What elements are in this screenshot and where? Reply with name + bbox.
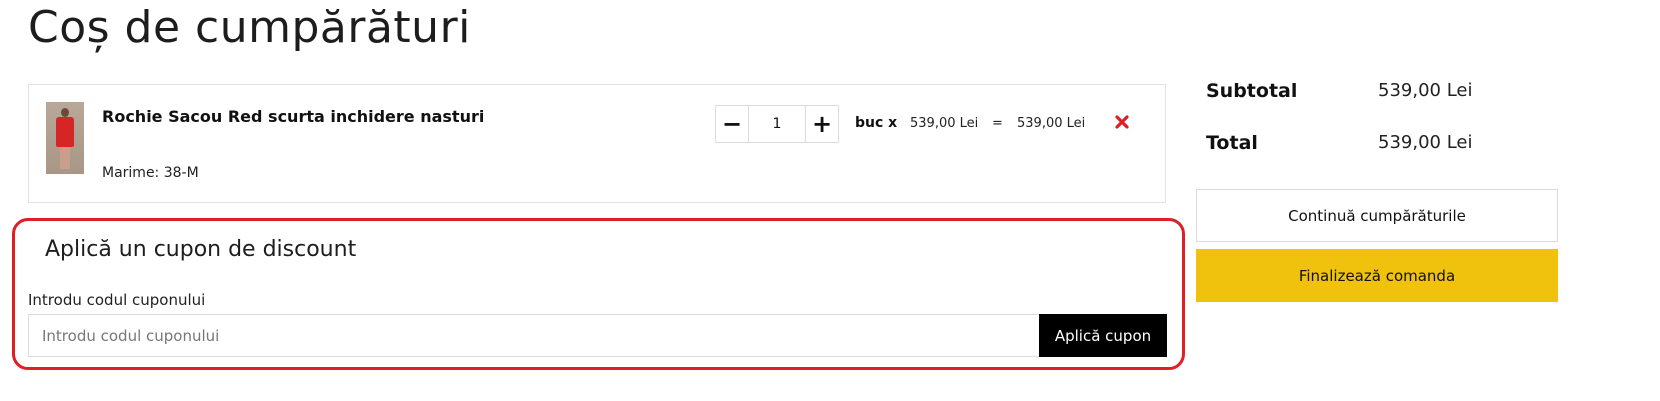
page-title: Coș de cumpărături xyxy=(28,2,471,53)
thumbnail-figure-dress xyxy=(56,117,74,147)
cart-item: Rochie Sacou Red scurta inchidere nastur… xyxy=(28,84,1166,203)
unit-label: buc x xyxy=(855,115,898,131)
checkout-button[interactable]: Finalizează comanda xyxy=(1196,249,1558,302)
subtotal-value: 539,00 Lei xyxy=(1378,80,1473,101)
product-size: Marime: 38-M xyxy=(102,165,199,181)
subtotal-label: Subtotal xyxy=(1206,80,1298,102)
thumbnail-figure-legs xyxy=(60,147,70,169)
product-thumbnail[interactable] xyxy=(46,102,84,174)
coupon-input[interactable] xyxy=(28,314,1040,357)
quantity-increase-button[interactable]: + xyxy=(805,106,838,142)
quantity-decrease-button[interactable]: − xyxy=(716,106,749,142)
total-value: 539,00 Lei xyxy=(1378,132,1473,153)
line-total-price: 539,00 Lei xyxy=(1017,116,1086,131)
continue-shopping-button[interactable]: Continuă cumpărăturile xyxy=(1196,189,1558,242)
quantity-value[interactable]: 1 xyxy=(749,106,805,142)
quantity-stepper: − 1 + xyxy=(715,105,839,143)
total-label: Total xyxy=(1206,132,1258,154)
unit-price: 539,00 Lei xyxy=(910,116,979,131)
product-name[interactable]: Rochie Sacou Red scurta inchidere nastur… xyxy=(102,107,484,126)
coupon-title: Aplică un cupon de discount xyxy=(45,237,357,262)
equals-sign: = xyxy=(992,116,1003,131)
remove-item-button[interactable] xyxy=(1114,112,1130,132)
apply-coupon-button[interactable]: Aplică cupon xyxy=(1039,314,1167,357)
thumbnail-figure-head xyxy=(61,108,69,117)
coupon-label: Introdu codul cuponului xyxy=(28,291,206,309)
close-icon xyxy=(1115,115,1129,129)
